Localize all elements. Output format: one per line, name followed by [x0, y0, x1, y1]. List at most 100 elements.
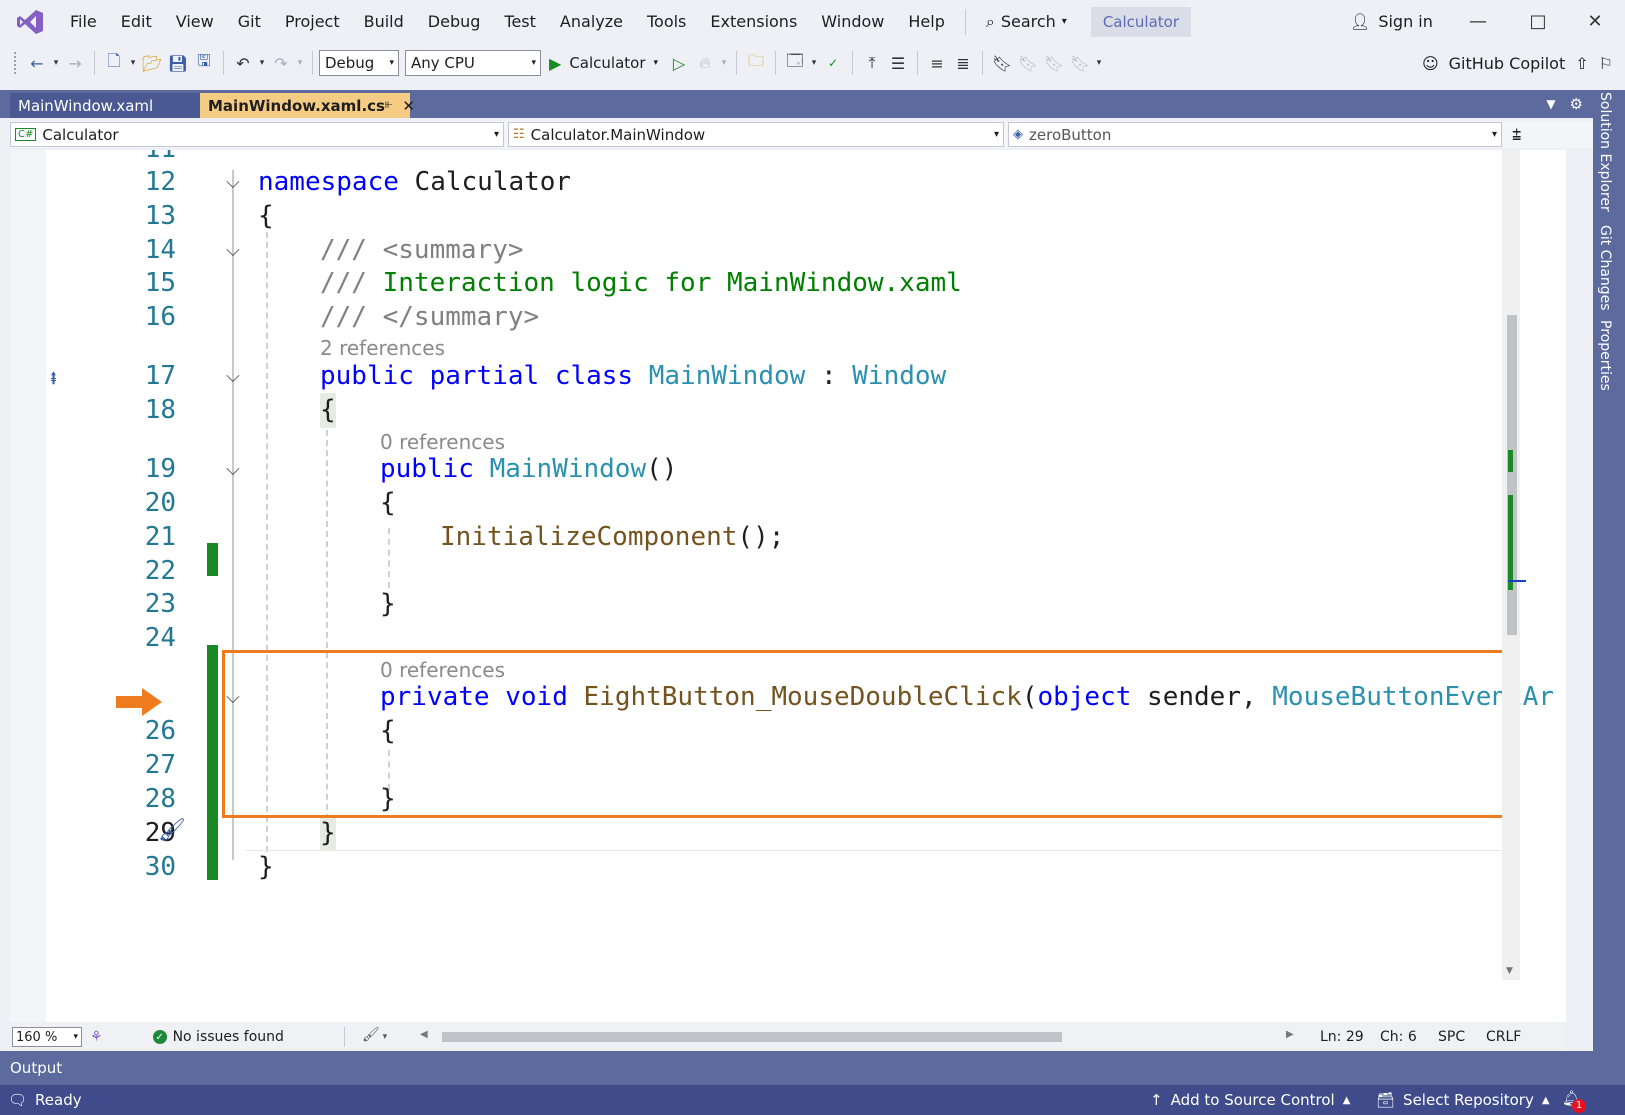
add-to-source-control-button[interactable]: ↑ Add to Source Control ▲ [1150, 1091, 1350, 1109]
scrollbar-thumb[interactable] [442, 1032, 1062, 1042]
code-editor[interactable]: 11 12 ⌵ namespace Calculator 13 { 14 ⌵ /… [10, 150, 1566, 1022]
start-debugging-button[interactable]: ▶ Calculator ▾ [541, 54, 666, 73]
line-number: 12 [144, 167, 176, 197]
scroll-left-icon[interactable]: ◀ [420, 1029, 428, 1040]
collapse-chevron-icon[interactable]: ⌵ [222, 165, 244, 200]
zoom-dropdown[interactable]: 160 % ▾ [12, 1027, 82, 1047]
quick-actions-brush-icon[interactable]: 🖌︎ [158, 818, 186, 843]
menu-build[interactable]: Build [352, 0, 416, 43]
code-line-15: 15 /// Interaction logic for MainWindow.… [10, 266, 1566, 301]
redo-icon[interactable]: ↷ [268, 50, 294, 76]
sign-in-button[interactable]: 👤︎ Sign in [1350, 0, 1433, 43]
menu-git[interactable]: Git [226, 0, 273, 43]
spell-check-icon[interactable]: ✓ [820, 50, 846, 76]
tool-window-strip: Solution Explorer Git Changes Properties [1593, 90, 1625, 1090]
select-repository-button[interactable]: 🗃︎ Select Repository ▲ [1376, 1091, 1550, 1109]
menu-project[interactable]: Project [273, 0, 352, 43]
bookmark-icon[interactable]: 🔖︎ [989, 50, 1015, 76]
menu-test[interactable]: Test [492, 0, 548, 43]
minimize-button[interactable]: — [1448, 0, 1508, 43]
line-number: 22 [144, 556, 176, 586]
column-indicator[interactable]: Ch: 6 [1380, 1023, 1417, 1051]
configuration-dropdown[interactable]: Debug ▾ [319, 50, 399, 76]
toolbar-overflow-icon[interactable]: ▾ [1093, 58, 1105, 68]
save-all-icon[interactable]: 🖫︎ [191, 50, 217, 76]
line-indicator[interactable]: Ln: 29 [1320, 1023, 1364, 1051]
scroll-down-icon[interactable]: ▼ [1506, 966, 1513, 976]
step-into-icon[interactable]: ⤒ [859, 50, 885, 76]
menu-file[interactable]: File [58, 0, 109, 43]
share-icon[interactable]: ⇧ [1575, 54, 1588, 73]
codelens-references[interactable]: 2 references [320, 336, 445, 360]
chevron-down-icon[interactable]: ▾ [256, 58, 268, 68]
chevron-down-icon[interactable]: ▾ [294, 58, 306, 68]
uncomment-lines-icon[interactable]: ≣ [950, 50, 976, 76]
platform-dropdown[interactable]: Any CPU ▾ [405, 50, 541, 76]
clear-bookmarks-icon[interactable]: 🔖︎ [1067, 50, 1093, 76]
brush-icon[interactable]: 🖌︎ ▾ [362, 1027, 387, 1043]
menu-help[interactable]: Help [896, 0, 956, 43]
code-text: { [258, 201, 274, 231]
tab-mainwindow-xaml[interactable]: MainWindow.xaml [10, 93, 200, 118]
chevron-down-icon[interactable]: ▾ [127, 58, 139, 68]
member-dropdown[interactable]: ◈ zeroButton ▾ [1008, 122, 1502, 147]
scroll-right-icon[interactable]: ▶ [1286, 1029, 1294, 1040]
menu-edit[interactable]: Edit [109, 0, 164, 43]
solution-explorer-tab[interactable]: Solution Explorer [1597, 92, 1613, 212]
menu-window[interactable]: Window [809, 0, 896, 43]
chevron-down-icon[interactable]: ▾ [718, 58, 730, 68]
new-project-icon[interactable]: 🗋︎ [101, 50, 127, 76]
horizontal-scrollbar[interactable] [432, 1032, 1292, 1042]
codelens-references[interactable]: 0 references [380, 430, 505, 454]
start-without-debugging-icon[interactable]: ▷ [666, 50, 692, 76]
issues-indicator[interactable]: ✓ No issues found [152, 1029, 284, 1045]
whitespace-indicator[interactable]: SPC [1438, 1023, 1465, 1051]
save-icon[interactable]: 💾︎ [165, 50, 191, 76]
search-box[interactable]: ⌕ Search ▾ [974, 0, 1079, 43]
pin-icon[interactable]: ⫦ [385, 97, 392, 115]
notifications-button[interactable]: 🔔︎ 1 [1562, 1089, 1586, 1113]
hot-reload-icon[interactable]: 🔥︎ [692, 50, 718, 76]
menu-tools[interactable]: Tools [635, 0, 698, 43]
github-copilot-button[interactable]: ☺ GitHub Copilot ⇧ ⚐ [1422, 43, 1613, 83]
window-layout-icon[interactable]: 🗔︎ [782, 50, 808, 76]
project-dropdown[interactable]: C# Calculator ▾ [10, 122, 504, 147]
menu-extensions[interactable]: Extensions [698, 0, 809, 43]
next-bookmark-icon[interactable]: 🔖︎ [1041, 50, 1067, 76]
open-folder-icon[interactable]: 📂︎ [139, 50, 165, 76]
visual-studio-logo-icon[interactable] [16, 9, 44, 35]
feedback-icon[interactable]: ⚐ [1599, 54, 1613, 73]
line-ending-indicator[interactable]: CRLF [1486, 1023, 1521, 1051]
menu-view[interactable]: View [164, 0, 226, 43]
comment-lines-icon[interactable]: ≡ [924, 50, 950, 76]
tab-mainwindow-xaml-cs[interactable]: MainWindow.xaml.cs ⫦ ✕ [200, 93, 415, 118]
collapse-chevron-icon[interactable]: ⌵ [222, 359, 244, 394]
git-changes-tab[interactable]: Git Changes [1597, 225, 1613, 311]
menu-analyze[interactable]: Analyze [548, 0, 635, 43]
split-window-icon[interactable]: ⩲ [1512, 125, 1521, 145]
settings-gear-icon[interactable]: ⚙ [1570, 95, 1583, 113]
navigate-back-icon[interactable]: ← [24, 50, 50, 76]
properties-tab[interactable]: Properties [1597, 320, 1613, 391]
close-window-button[interactable]: ✕ [1565, 0, 1625, 43]
search-icon: ⌕ [985, 11, 995, 31]
collapse-chevron-icon[interactable]: ⌵ [222, 452, 244, 487]
tab-overflow-icon[interactable]: ▼ [1546, 97, 1555, 111]
maximize-button[interactable]: □ [1508, 0, 1568, 43]
show-threads-icon[interactable]: ☰ [885, 50, 911, 76]
code-cleanup-icon[interactable]: ⚘ [90, 1029, 103, 1045]
collapse-chevron-icon[interactable]: ⌵ [222, 233, 244, 268]
chevron-down-icon[interactable]: ▾ [50, 58, 62, 68]
output-panel-tab[interactable]: Output [0, 1051, 1593, 1085]
browse-folder-icon[interactable]: 🗀︎ [743, 50, 769, 76]
close-icon[interactable]: ✕ [402, 97, 415, 115]
toolbar-grip[interactable] [14, 52, 18, 74]
vertical-scrollbar[interactable]: ▼ [1502, 150, 1526, 980]
menu-debug[interactable]: Debug [416, 0, 493, 43]
type-dropdown[interactable]: ☷ Calculator.MainWindow ▾ [508, 122, 1004, 147]
line-number: 16 [144, 302, 176, 332]
chevron-down-icon[interactable]: ▾ [808, 58, 820, 68]
navigate-forward-icon[interactable]: → [62, 50, 88, 76]
undo-icon[interactable]: ↶ [230, 50, 256, 76]
previous-bookmark-icon[interactable]: 🔖︎ [1015, 50, 1041, 76]
